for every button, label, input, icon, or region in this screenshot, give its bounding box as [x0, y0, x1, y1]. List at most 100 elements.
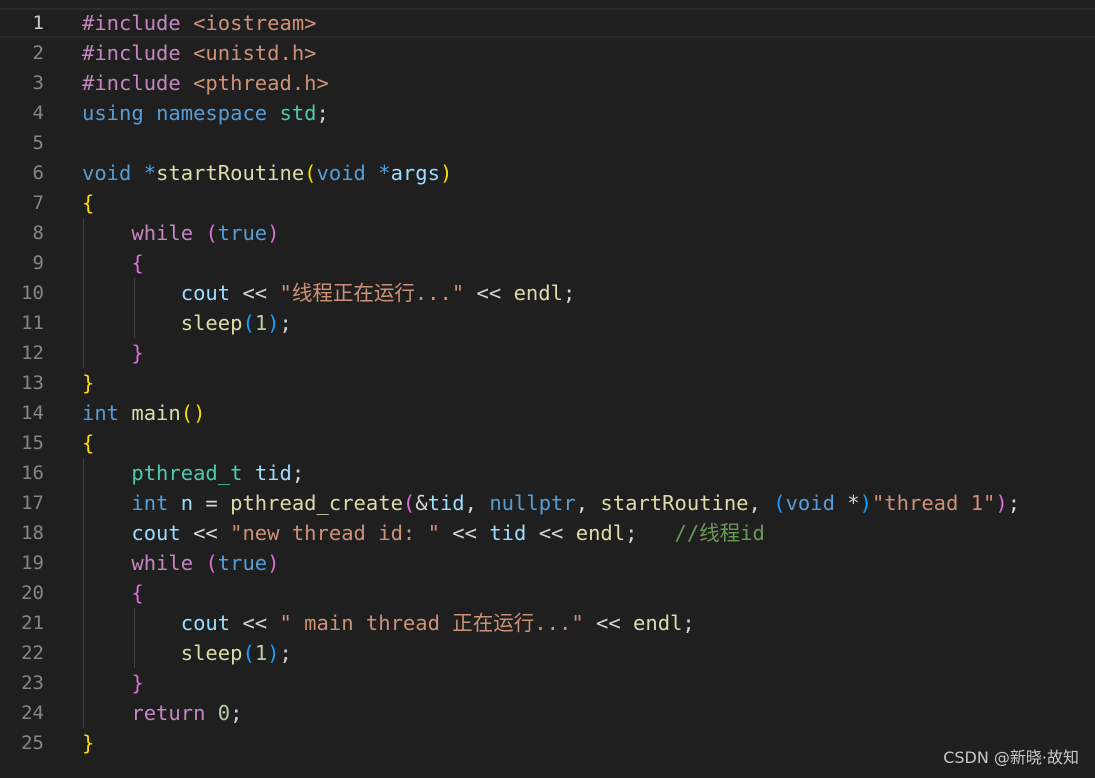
- line-number: 4: [32, 102, 44, 124]
- code-line[interactable]: 3 #include <pthread.h>: [0, 68, 1095, 98]
- code-line[interactable]: 18 cout << "new thread id: " << tid << e…: [0, 518, 1095, 548]
- code-line[interactable]: 17 int n = pthread_create(&tid, nullptr,…: [0, 488, 1095, 518]
- line-number: 18: [21, 522, 44, 544]
- code-token: main: [131, 401, 181, 425]
- code-text: #include <pthread.h>: [82, 68, 329, 98]
- code-token: <<: [526, 521, 576, 545]
- code-line[interactable]: 21 cout << " main thread 正在运行..." << end…: [0, 608, 1095, 638]
- code-token: ): [267, 221, 280, 245]
- code-token: (: [402, 491, 416, 515]
- line-number: 5: [32, 132, 44, 154]
- code-line[interactable]: 25}: [0, 728, 1095, 758]
- code-token: #include: [82, 11, 181, 35]
- code-token: int: [82, 401, 120, 425]
- indent-guide: [83, 218, 84, 368]
- code-token: 0: [217, 701, 231, 725]
- code-line[interactable]: 4 using namespace std;: [0, 98, 1095, 128]
- code-token: void: [785, 491, 835, 515]
- code-token: <<: [230, 611, 280, 635]
- code-token: ): [267, 551, 280, 575]
- code-token: <pthread.h>: [193, 71, 329, 95]
- code-token: nullptr: [489, 491, 576, 515]
- code-token: while: [131, 221, 194, 245]
- code-token: {: [82, 191, 95, 215]
- code-line[interactable]: 13}: [0, 368, 1095, 398]
- code-line[interactable]: 8 while (true): [0, 218, 1095, 248]
- code-token: true: [217, 221, 268, 245]
- line-number: 6: [32, 162, 44, 184]
- code-text: sleep(1);: [82, 638, 292, 668]
- code-text: {: [82, 428, 94, 458]
- code-token: ;: [291, 461, 305, 485]
- code-token: *: [378, 161, 391, 185]
- code-token: endl: [513, 281, 563, 305]
- code-line[interactable]: 7{: [0, 188, 1095, 218]
- code-token: ;: [625, 521, 638, 545]
- code-token: pthread_t: [131, 461, 243, 485]
- code-token: &: [415, 491, 428, 515]
- code-token: <<: [180, 521, 231, 545]
- code-line[interactable]: 23 }: [0, 668, 1095, 698]
- code-line[interactable]: 10 cout << "线程正在运行..." << endl;: [0, 278, 1095, 308]
- code-text: }: [82, 338, 144, 368]
- code-line[interactable]: 5: [0, 128, 1095, 158]
- code-token: ): [439, 161, 453, 185]
- code-token: ;: [279, 641, 292, 665]
- code-line[interactable]: 9 {: [0, 248, 1095, 278]
- line-number: 15: [21, 432, 44, 454]
- code-text: }: [82, 668, 143, 698]
- code-text: int n = pthread_create(&tid, nullptr, st…: [82, 488, 1020, 518]
- code-text: void *startRoutine(void *args): [82, 158, 452, 188]
- code-line[interactable]: 14 int main(): [0, 398, 1095, 428]
- code-token: void: [82, 161, 132, 185]
- line-number: 19: [21, 552, 44, 574]
- code-token: endl: [575, 521, 626, 545]
- code-line[interactable]: 1 #include <iostream>: [0, 8, 1095, 38]
- code-line[interactable]: 15 {: [0, 428, 1095, 458]
- code-line[interactable]: 6 void *startRoutine(void *args): [0, 158, 1095, 188]
- code-token: " main thread 正在运行...": [279, 611, 584, 635]
- code-token: }: [82, 731, 95, 755]
- code-token: <unistd.h>: [193, 41, 317, 65]
- code-editor[interactable]: 1 #include <iostream> 2 #include <unistd.h>…: [0, 0, 1095, 778]
- code-line[interactable]: 24 return 0;: [0, 698, 1095, 728]
- code-text: cout << "线程正在运行..." << endl;: [82, 278, 576, 308]
- code-token: int: [131, 491, 169, 515]
- code-line[interactable]: 20 {: [0, 578, 1095, 608]
- code-line[interactable]: 22 sleep(1);: [0, 638, 1095, 668]
- code-line[interactable]: 16 pthread_t tid;: [0, 458, 1095, 488]
- line-number: 21: [21, 612, 44, 634]
- code-text: using namespace std;: [82, 98, 329, 128]
- code-token: <iostream>: [193, 11, 317, 35]
- code-text: #include <iostream>: [82, 10, 317, 36]
- code-text: cout << " main thread 正在运行..." << endl;: [82, 608, 695, 638]
- code-token: {: [82, 431, 95, 455]
- code-line[interactable]: 12 }: [0, 338, 1095, 368]
- code-token: }: [82, 371, 95, 395]
- code-token: while: [131, 551, 194, 575]
- code-line[interactable]: 11 sleep(1);: [0, 308, 1095, 338]
- code-token: }: [131, 341, 144, 365]
- code-token: (: [773, 491, 786, 515]
- code-token: "new thread id: ": [230, 521, 440, 545]
- code-token: tid: [489, 521, 527, 545]
- code-token: 1: [254, 641, 268, 665]
- code-line[interactable]: 19 while (true): [0, 548, 1095, 578]
- code-token: ,: [748, 491, 774, 515]
- code-line[interactable]: 2 #include <unistd.h>: [0, 38, 1095, 68]
- code-token: sleep: [180, 641, 243, 665]
- code-token: #include: [82, 71, 181, 95]
- code-token: <<: [464, 281, 514, 305]
- code-token: (: [304, 161, 317, 185]
- line-number: 25: [21, 732, 44, 754]
- code-text: while (true): [82, 218, 280, 248]
- line-number: 20: [21, 582, 44, 604]
